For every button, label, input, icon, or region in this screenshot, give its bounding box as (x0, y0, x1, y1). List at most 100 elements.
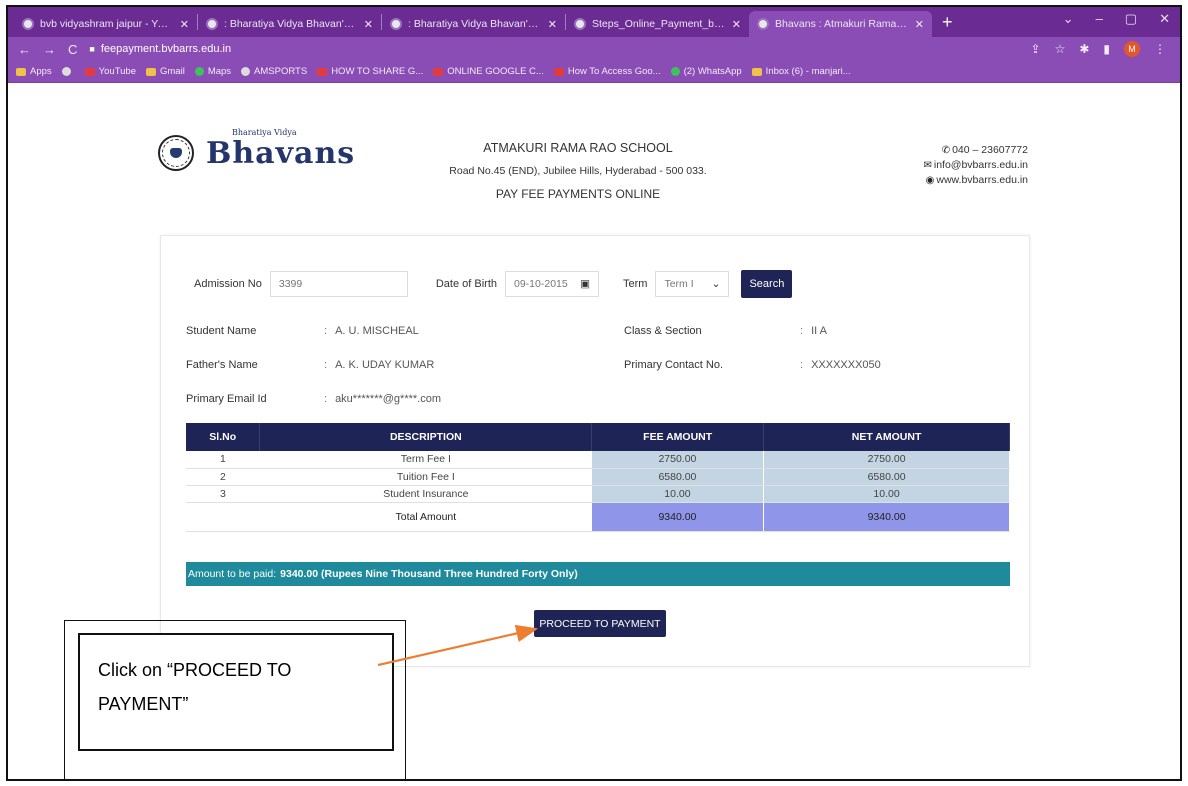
youtube-icon (433, 67, 444, 76)
email-label: Primary Email Id (186, 393, 267, 405)
globe-icon (61, 67, 71, 76)
table-cell: 10.00 (763, 485, 1010, 503)
calendar-icon[interactable]: ▣ (580, 278, 590, 290)
emblem-icon (158, 135, 194, 171)
bookmark-globe[interactable] (61, 67, 75, 76)
email-line: ✉ info@bvbarrs.edu.in (888, 158, 1028, 173)
search-button[interactable]: Search (741, 270, 793, 298)
menu-kebab-icon[interactable]: ⋮ (1154, 42, 1166, 56)
bookmark-maps[interactable]: Maps (194, 66, 232, 77)
minimize-icon[interactable]: – (1096, 11, 1103, 27)
maximize-icon[interactable]: ▢ (1125, 11, 1137, 27)
close-icon[interactable]: ✕ (548, 18, 557, 31)
bookmark-access-goo[interactable]: How To Access Goo... (553, 66, 661, 77)
table-cell: 1 (186, 451, 260, 469)
website-text[interactable]: www.bvbarrs.edu.in (936, 174, 1028, 186)
reload-icon[interactable]: C (68, 42, 77, 57)
globe-icon (390, 18, 402, 30)
close-icon[interactable]: ✕ (364, 18, 373, 31)
student-name-value-row: : A. U. MISCHEAL (324, 325, 419, 337)
table-row: 1 Term Fee I 2750.00 2750.00 (186, 451, 1010, 469)
globe-icon (757, 18, 769, 30)
bookmark-label: How To Access Goo... (567, 66, 661, 77)
bookmark-whatsapp[interactable]: (2) WhatsApp (670, 66, 742, 77)
bookmark-label: AMSPORTS (254, 66, 308, 77)
star-icon[interactable]: ☆ (1055, 42, 1066, 56)
email-value: aku*******@g****.com (335, 393, 442, 405)
chevron-down-icon[interactable]: ⌄ (1063, 11, 1074, 27)
dob-input[interactable]: 09-10-2015 ▣ (505, 271, 599, 297)
term-select[interactable]: Term I ⌄ (655, 271, 730, 297)
school-name: ATMAKURI RAMA RAO SCHOOL (483, 141, 673, 155)
class-label-row: Class & Section (624, 325, 702, 337)
browser-tab-4-active[interactable]: Bhavans : Atmakuri Rama Rao S ✕ (749, 11, 932, 37)
email-text[interactable]: info@bvbarrs.edu.in (934, 159, 1028, 171)
class-value-row: : II A (800, 325, 827, 337)
table-row: 2 Tuition Fee I 6580.00 6580.00 (186, 468, 1010, 486)
colon: : (324, 359, 328, 371)
globe-icon (22, 18, 34, 30)
new-tab-icon[interactable]: + (942, 12, 953, 33)
column-header: FEE AMOUNT (591, 423, 765, 451)
address-bar: ← → C ■ feepayment.bvbarrs.edu.in ⇪ ☆ ✱ … (8, 37, 1180, 61)
table-cell: 2 (186, 468, 260, 486)
profile-avatar[interactable]: M (1124, 41, 1140, 57)
bookmark-inbox[interactable]: Inbox (6) - manjari... (751, 66, 851, 77)
dob-label: Date of Birth (435, 278, 497, 290)
globe-icon (206, 18, 218, 30)
student-name-value: A. U. MISCHEAL (335, 325, 419, 337)
chevron-down-icon: ⌄ (711, 278, 721, 290)
whatsapp-icon (670, 67, 680, 76)
table-cell: Tuition Fee I (259, 468, 592, 486)
student-name-row: Student Name (186, 325, 256, 337)
screenshot-frame: bvb vidyashram jaipur - Yahoo S ✕ : Bhar… (6, 5, 1182, 781)
globe-icon (574, 18, 586, 30)
browser-tab-1[interactable]: : Bharatiya Vidya Bhavan's Vidya ✕ (198, 11, 381, 37)
close-window-icon[interactable]: ✕ (1159, 11, 1170, 27)
website-line: ◉ www.bvbarrs.edu.in (888, 173, 1028, 188)
share-icon[interactable]: ⇪ (1031, 42, 1041, 56)
sidebar-icon[interactable]: ▮ (1103, 42, 1110, 56)
extension-icons: ⇪ ☆ ✱ ▮ M ⋮ (1031, 41, 1166, 57)
bookmark-label: Maps (207, 66, 232, 77)
bookmarks-bar: Apps YouTube Gmail Maps AMSPORTS HOW TO … (8, 61, 1180, 83)
window-controls: ⌄ – ▢ ✕ (1063, 11, 1170, 27)
bookmark-online-google[interactable]: ONLINE GOOGLE C... (433, 66, 544, 77)
phone-line: ✆ 040 – 23607772 (888, 143, 1028, 158)
tab-label: Bhavans : Atmakuri Rama Rao S (775, 18, 909, 30)
table-cell: 2750.00 (763, 451, 1010, 469)
maps-icon (194, 67, 204, 76)
admission-input[interactable]: 3399 (269, 271, 408, 297)
student-name-label: Student Name (186, 325, 257, 337)
bookmark-youtube[interactable]: YouTube (84, 66, 136, 77)
table-cell: 6580.00 (591, 468, 765, 486)
tab-label: : Bharatiya Vidya Bhavan's Vidya (408, 18, 542, 30)
lock-icon: ■ (89, 44, 95, 54)
puzzle-icon[interactable]: ✱ (1079, 42, 1089, 56)
browser-tab-2[interactable]: : Bharatiya Vidya Bhavan's Vidya ✕ (382, 11, 565, 37)
father-label-row: Father's Name (186, 359, 258, 371)
bookmark-amsports[interactable]: AMSPORTS (241, 66, 307, 77)
back-icon[interactable]: ← (18, 42, 31, 57)
browser-tab-3[interactable]: Steps_Online_Payment_by_Brow ✕ (566, 11, 749, 37)
proceed-to-payment-button[interactable]: PROCEED TO PAYMENT (534, 610, 666, 637)
table-cell: 2750.00 (591, 451, 765, 469)
email-value-row: : aku*******@g****.com (324, 393, 441, 405)
url-field[interactable]: ■ feepayment.bvbarrs.edu.in (89, 43, 231, 55)
bookmark-gmail[interactable]: Gmail (146, 66, 185, 77)
forward-icon[interactable]: → (43, 42, 56, 57)
amount-value: 9340.00 (Rupees Nine Thousand Three Hund… (280, 568, 578, 580)
bookmark-share-g[interactable]: HOW TO SHARE G... (317, 66, 423, 77)
close-icon[interactable]: ✕ (180, 18, 189, 31)
browser-tab-0[interactable]: bvb vidyashram jaipur - Yahoo S ✕ (14, 11, 197, 37)
school-info: ATMAKURI RAMA RAO SCHOOL Road No.45 (END… (428, 141, 728, 201)
class-value: II A (811, 325, 827, 337)
bookmark-apps[interactable]: Apps (16, 66, 52, 77)
close-icon[interactable]: ✕ (732, 18, 741, 31)
tab-label: bvb vidyashram jaipur - Yahoo S (40, 18, 174, 30)
table-row: 3 Student Insurance 10.00 10.00 (186, 485, 1010, 503)
class-label: Class & Section (624, 325, 702, 337)
total-fee: 9340.00 (591, 502, 765, 532)
email-label-row: Primary Email Id (186, 393, 267, 405)
close-icon[interactable]: ✕ (915, 18, 924, 31)
